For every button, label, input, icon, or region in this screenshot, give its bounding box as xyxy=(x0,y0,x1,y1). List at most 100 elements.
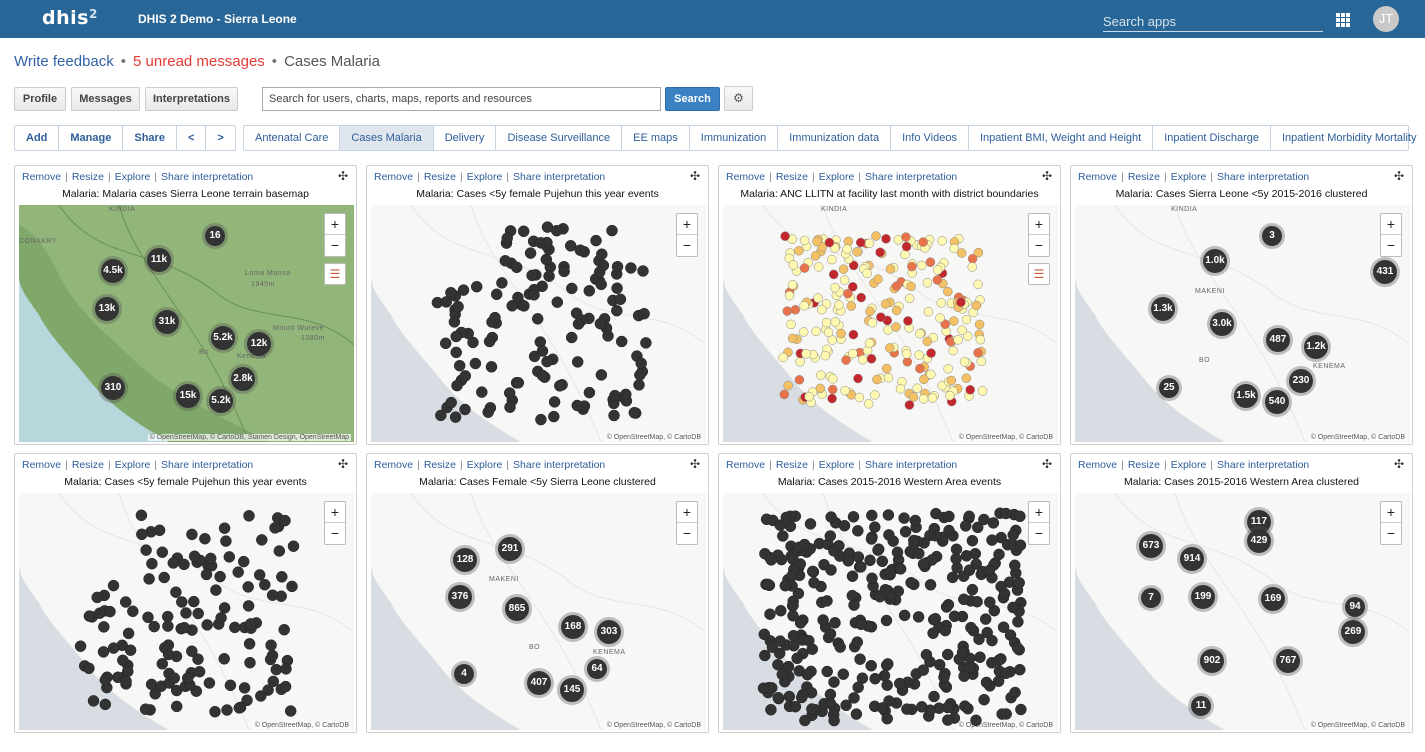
cluster-marker[interactable]: 128 xyxy=(453,548,477,572)
map-view[interactable]: KINDIA + − ☰ © OpenStreetMap, © CartoDB xyxy=(723,205,1058,442)
explore-link[interactable]: Explore xyxy=(115,459,151,471)
tab-info-videos[interactable]: Info Videos xyxy=(891,126,969,150)
cluster-marker[interactable]: 11 xyxy=(1191,696,1211,716)
remove-link[interactable]: Remove xyxy=(374,459,413,471)
cluster-marker[interactable]: 4.5k xyxy=(101,259,125,283)
move-icon[interactable]: ✣ xyxy=(1394,457,1404,471)
zoom-in-button[interactable]: + xyxy=(1381,214,1401,235)
share-interpretation-link[interactable]: Share interpretation xyxy=(161,459,253,471)
zoom-out-button[interactable]: − xyxy=(1381,523,1401,544)
zoom-in-button[interactable]: + xyxy=(325,214,345,235)
tab-immunization[interactable]: Immunization xyxy=(690,126,779,150)
cluster-marker[interactable]: 902 xyxy=(1200,649,1224,673)
cluster-marker[interactable]: 3 xyxy=(1262,226,1282,246)
dhis2-logo[interactable]: dhis2 xyxy=(42,7,98,29)
cluster-marker[interactable]: 13k xyxy=(95,297,119,321)
cluster-marker[interactable]: 303 xyxy=(597,620,621,644)
share-interpretation-link[interactable]: Share interpretation xyxy=(865,171,957,183)
resize-link[interactable]: Resize xyxy=(776,459,808,471)
share-interpretation-link[interactable]: Share interpretation xyxy=(161,171,253,183)
map-view[interactable]: 117 429 673 914 7 199 169 94 269 902 767 11 + − © Open… xyxy=(1075,493,1410,730)
share-interpretation-link[interactable]: Share interpretation xyxy=(1217,459,1309,471)
tab-inpatient-discharge[interactable]: Inpatient Discharge xyxy=(1153,126,1271,150)
unread-messages-link[interactable]: 5 unread messages xyxy=(133,53,265,70)
prev-button[interactable]: < xyxy=(177,126,207,150)
cluster-marker[interactable]: 767 xyxy=(1276,649,1300,673)
cluster-marker[interactable]: 1.5k xyxy=(1234,384,1258,408)
explore-link[interactable]: Explore xyxy=(819,171,855,183)
resize-link[interactable]: Resize xyxy=(424,171,456,183)
cluster-marker[interactable]: 4 xyxy=(454,664,474,684)
cluster-marker[interactable]: 269 xyxy=(1341,620,1365,644)
cluster-marker[interactable]: 291 xyxy=(498,537,522,561)
next-button[interactable]: > xyxy=(206,126,234,150)
tab-inpatient-morbidity-mortality[interactable]: Inpatient Morbidity Mortality xyxy=(1271,126,1425,150)
cluster-marker[interactable]: 673 xyxy=(1139,534,1163,558)
cluster-marker[interactable]: 12k xyxy=(247,332,271,356)
resize-link[interactable]: Resize xyxy=(72,171,104,183)
tab-ee-maps[interactable]: EE maps xyxy=(622,126,690,150)
cluster-marker[interactable]: 1.2k xyxy=(1304,335,1328,359)
interpretations-button[interactable]: Interpretations xyxy=(145,87,238,111)
cluster-marker[interactable]: 25 xyxy=(1159,378,1179,398)
cluster-marker[interactable]: 5.2k xyxy=(211,326,235,350)
explore-link[interactable]: Explore xyxy=(467,171,503,183)
cluster-marker[interactable]: 914 xyxy=(1180,547,1204,571)
remove-link[interactable]: Remove xyxy=(1078,171,1117,183)
cluster-marker[interactable]: 31k xyxy=(155,310,179,334)
move-icon[interactable]: ✣ xyxy=(690,169,700,183)
map-view[interactable]: KINDIA CONAKRY Loma Mansa 1945m Bo Kenema Moun… xyxy=(19,205,354,442)
remove-link[interactable]: Remove xyxy=(22,171,61,183)
cluster-marker[interactable]: 865 xyxy=(505,597,529,621)
cluster-marker[interactable]: 168 xyxy=(561,615,585,639)
move-icon[interactable]: ✣ xyxy=(690,457,700,471)
tab-immunization-data[interactable]: Immunization data xyxy=(778,126,892,150)
cluster-marker[interactable]: 145 xyxy=(560,678,584,702)
gear-icon[interactable]: ⚙ xyxy=(724,86,753,111)
explore-link[interactable]: Explore xyxy=(467,459,503,471)
explore-link[interactable]: Explore xyxy=(1171,459,1207,471)
map-view[interactable]: + − © OpenStreetMap, © CartoDB xyxy=(19,493,354,730)
remove-link[interactable]: Remove xyxy=(22,459,61,471)
resize-link[interactable]: Resize xyxy=(776,171,808,183)
share-interpretation-link[interactable]: Share interpretation xyxy=(513,171,605,183)
manage-button[interactable]: Manage xyxy=(59,126,124,150)
cluster-marker[interactable]: 199 xyxy=(1191,585,1215,609)
zoom-in-button[interactable]: + xyxy=(677,502,697,523)
user-avatar[interactable]: JT xyxy=(1373,6,1399,32)
cluster-marker[interactable]: 376 xyxy=(448,585,472,609)
move-icon[interactable]: ✣ xyxy=(1042,169,1052,183)
remove-link[interactable]: Remove xyxy=(1078,459,1117,471)
explore-link[interactable]: Explore xyxy=(819,459,855,471)
dashboard-search-input[interactable] xyxy=(262,87,661,111)
cluster-marker[interactable]: 487 xyxy=(1266,328,1290,352)
cluster-marker[interactable]: 5.2k xyxy=(209,389,233,413)
move-icon[interactable]: ✣ xyxy=(338,457,348,471)
cluster-marker[interactable]: 2.8k xyxy=(231,367,255,391)
tab-disease-surveillance[interactable]: Disease Surveillance xyxy=(496,126,623,150)
tab-antenatal-care[interactable]: Antenatal Care xyxy=(244,126,341,150)
remove-link[interactable]: Remove xyxy=(726,171,765,183)
resize-link[interactable]: Resize xyxy=(1128,171,1160,183)
resize-link[interactable]: Resize xyxy=(1128,459,1160,471)
share-button[interactable]: Share xyxy=(123,126,177,150)
search-button[interactable]: Search xyxy=(665,87,720,111)
write-feedback-link[interactable]: Write feedback xyxy=(14,53,114,70)
map-view[interactable]: + − © OpenStreetMap, © CartoDB xyxy=(371,205,706,442)
remove-link[interactable]: Remove xyxy=(374,171,413,183)
share-interpretation-link[interactable]: Share interpretation xyxy=(1217,171,1309,183)
map-view[interactable]: + − © OpenStreetMap, © CartoDB xyxy=(723,493,1058,730)
cluster-marker[interactable]: 310 xyxy=(101,376,125,400)
search-apps-input[interactable] xyxy=(1103,12,1323,32)
share-interpretation-link[interactable]: Share interpretation xyxy=(865,459,957,471)
cluster-marker[interactable]: 7 xyxy=(1141,588,1161,608)
cluster-marker[interactable]: 64 xyxy=(587,659,607,679)
cluster-marker[interactable]: 1.3k xyxy=(1151,297,1175,321)
zoom-in-button[interactable]: + xyxy=(1381,502,1401,523)
cluster-marker[interactable]: 1.0k xyxy=(1203,249,1227,273)
profile-button[interactable]: Profile xyxy=(14,87,66,111)
cluster-marker[interactable]: 16 xyxy=(205,226,225,246)
map-view[interactable]: KINDIA MAKENI BO KENEMA 3 431 1.0k 1.3k 3.0k 487 1… xyxy=(1075,205,1410,442)
cluster-marker[interactable]: 169 xyxy=(1261,587,1285,611)
explore-link[interactable]: Explore xyxy=(115,171,151,183)
